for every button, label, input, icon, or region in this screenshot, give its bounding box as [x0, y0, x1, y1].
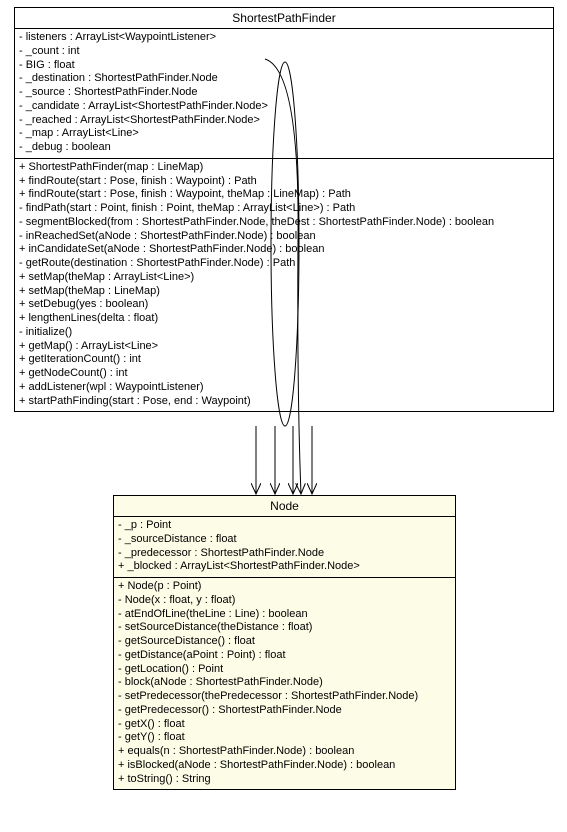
uml-member: + setMap(theMap : LineMap) [19, 285, 549, 299]
uml-member: - atEndOfLine(theLine : Line) : boolean [118, 608, 451, 622]
uml-member: - _debug : boolean [19, 141, 549, 155]
uml-member: + equals(n : ShortestPathFinder.Node) : … [118, 745, 451, 759]
uml-member: - BIG : float [19, 59, 549, 73]
uml-class-node: Node - _p : Point- _sourceDistance : flo… [113, 495, 456, 790]
uml-member: - _reached : ArrayList<ShortestPathFinde… [19, 114, 549, 128]
operations-section: + Node(p : Point)- Node(x : float, y : f… [114, 578, 455, 789]
uml-class-shortestpathfinder: ShortestPathFinder - listeners : ArrayLi… [14, 7, 554, 412]
uml-member: + setDebug(yes : boolean) [19, 298, 549, 312]
uml-canvas: ShortestPathFinder - listeners : ArrayLi… [0, 0, 567, 832]
uml-member: - getRoute(destination : ShortestPathFin… [19, 257, 549, 271]
uml-member: - _destination : ShortestPathFinder.Node [19, 72, 549, 86]
uml-member: - getSourceDistance() : float [118, 635, 451, 649]
uml-member: + toString() : String [118, 773, 451, 787]
uml-member: - block(aNode : ShortestPathFinder.Node) [118, 676, 451, 690]
uml-member: + _blocked : ArrayList<ShortestPathFinde… [118, 560, 451, 574]
uml-member: - _candidate : ArrayList<ShortestPathFin… [19, 100, 549, 114]
operations-section: + ShortestPathFinder(map : LineMap)+ fin… [15, 159, 553, 412]
uml-member: - getX() : float [118, 718, 451, 732]
uml-member: + getNodeCount() : int [19, 367, 549, 381]
uml-member: - _map : ArrayList<Line> [19, 127, 549, 141]
attributes-section: - _p : Point- _sourceDistance : float- _… [114, 517, 455, 578]
uml-member: - _p : Point [118, 519, 451, 533]
uml-member: + addListener(wpl : WaypointListener) [19, 381, 549, 395]
uml-member: + inCandidateSet(aNode : ShortestPathFin… [19, 243, 549, 257]
uml-member: - segmentBlocked(from : ShortestPathFind… [19, 216, 549, 230]
uml-member: - _sourceDistance : float [118, 533, 451, 547]
uml-member: - setSourceDistance(theDistance : float) [118, 621, 451, 635]
uml-member: - Node(x : float, y : float) [118, 594, 451, 608]
uml-member: + ShortestPathFinder(map : LineMap) [19, 161, 549, 175]
uml-member: - getPredecessor() : ShortestPathFinder.… [118, 704, 451, 718]
uml-member: - _count : int [19, 45, 549, 59]
uml-member: - _source : ShortestPathFinder.Node [19, 86, 549, 100]
uml-member: + setMap(theMap : ArrayList<Line>) [19, 271, 549, 285]
uml-member: - getLocation() : Point [118, 663, 451, 677]
uml-member: + Node(p : Point) [118, 580, 451, 594]
uml-member: + isBlocked(aNode : ShortestPathFinder.N… [118, 759, 451, 773]
class-title: Node [114, 496, 455, 517]
uml-member: + findRoute(start : Pose, finish : Waypo… [19, 188, 549, 202]
uml-member: - getY() : float [118, 731, 451, 745]
uml-member: + getMap() : ArrayList<Line> [19, 340, 549, 354]
class-title: ShortestPathFinder [15, 8, 553, 29]
uml-member: - listeners : ArrayList<WaypointListener… [19, 31, 549, 45]
uml-member: - setPredecessor(thePredecessor : Shorte… [118, 690, 451, 704]
uml-member: - inReachedSet(aNode : ShortestPathFinde… [19, 230, 549, 244]
uml-member: - getDistance(aPoint : Point) : float [118, 649, 451, 663]
attributes-section: - listeners : ArrayList<WaypointListener… [15, 29, 553, 159]
uml-member: + startPathFinding(start : Pose, end : W… [19, 395, 549, 409]
uml-member: + lengthenLines(delta : float) [19, 312, 549, 326]
uml-member: + findRoute(start : Pose, finish : Waypo… [19, 175, 549, 189]
uml-member: - findPath(start : Point, finish : Point… [19, 202, 549, 216]
uml-member: + getIterationCount() : int [19, 353, 549, 367]
uml-member: - _predecessor : ShortestPathFinder.Node [118, 547, 451, 561]
uml-member: - initialize() [19, 326, 549, 340]
